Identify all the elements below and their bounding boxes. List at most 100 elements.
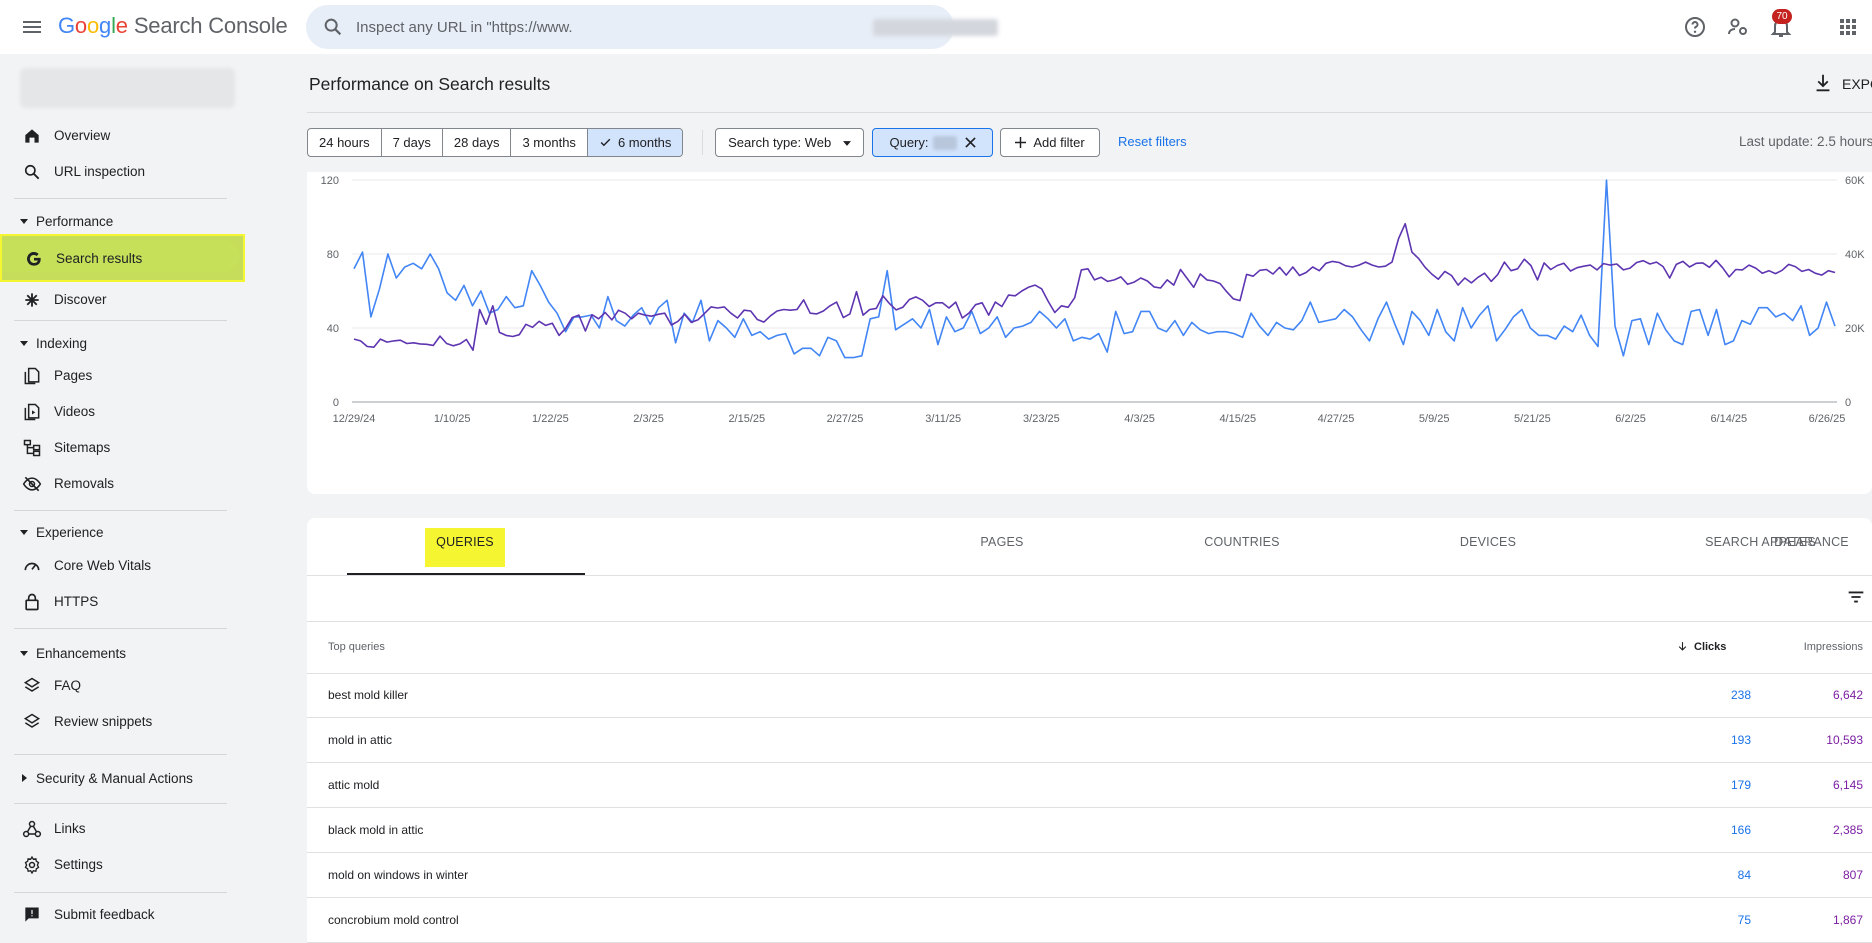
sidebar-item-links[interactable]: Links xyxy=(0,811,245,847)
google-g-icon xyxy=(27,251,41,266)
table-row[interactable]: attic mold 179 6,145 xyxy=(307,764,1872,808)
close-icon[interactable] xyxy=(964,137,976,148)
sidebar-item-pages[interactable]: Pages xyxy=(0,358,245,394)
y-right-tick-label: 0 xyxy=(1845,397,1851,409)
x-tick-label: 3/23/25 xyxy=(1023,413,1060,425)
add-filter-button[interactable]: Add filter xyxy=(1000,128,1100,157)
logo-letter: e xyxy=(115,13,128,38)
table-row[interactable]: mold in attic 193 10,593 xyxy=(307,719,1872,763)
layers-icon xyxy=(23,713,41,728)
sidebar-item-search-results[interactable]: Search results xyxy=(0,234,245,282)
divider xyxy=(14,320,227,321)
sidebar-item-label: Pages xyxy=(54,368,93,383)
clicks-cell: 75 xyxy=(1737,913,1751,927)
query-filter-chip[interactable]: Query: xyxy=(872,128,993,157)
redacted-query xyxy=(932,136,957,150)
section-performance[interactable]: Performance xyxy=(0,207,245,237)
section-security-manual-actions[interactable]: Security & Manual Actions xyxy=(0,764,245,794)
range-7-days[interactable]: 7 days xyxy=(382,129,443,156)
hamburger-menu-icon[interactable] xyxy=(20,15,44,39)
x-tick-label: 2/15/25 xyxy=(728,413,765,425)
sidebar-item-https[interactable]: HTTPS xyxy=(0,584,245,620)
lock-icon xyxy=(25,593,39,611)
column-header-impressions[interactable]: Impressions xyxy=(1787,641,1863,653)
column-header-top-queries[interactable]: Top queries xyxy=(328,641,385,653)
links-icon xyxy=(22,820,42,838)
sidebar-item-faq[interactable]: FAQ xyxy=(0,668,245,704)
logo-letter: G xyxy=(58,13,75,38)
x-tick-label: 6/26/25 xyxy=(1809,413,1846,425)
reset-filters-link[interactable]: Reset filters xyxy=(1118,134,1187,149)
sidebar-item-removals[interactable]: Removals xyxy=(0,466,245,502)
page-title: Performance on Search results xyxy=(309,74,551,94)
section-label: Indexing xyxy=(36,336,88,351)
range-24-hours[interactable]: 24 hours xyxy=(308,129,382,156)
manage-users-icon[interactable] xyxy=(1726,15,1750,39)
help-icon[interactable] xyxy=(1683,15,1707,39)
section-label: Security & Manual Actions xyxy=(36,771,193,786)
sidebar-item-submit-feedback[interactable]: Submit feedback xyxy=(0,897,245,933)
range-3-months[interactable]: 3 months xyxy=(511,129,588,156)
sidebar-item-settings[interactable]: Settings xyxy=(0,847,245,883)
sidebar-item-label: FAQ xyxy=(54,678,82,693)
section-label: Enhancements xyxy=(36,646,127,661)
apps-grid-icon[interactable] xyxy=(1836,15,1860,39)
table-row[interactable]: black mold in attic 166 2,385 xyxy=(307,809,1872,853)
sidebar-item-discover[interactable]: Discover xyxy=(0,282,245,318)
section-enhancements[interactable]: Enhancements xyxy=(0,639,245,669)
clicks-cell: 166 xyxy=(1730,823,1751,837)
y-right-tick-label: 40K xyxy=(1845,249,1865,261)
section-experience[interactable]: Experience xyxy=(0,518,245,548)
range-6-months[interactable]: 6 months xyxy=(587,129,683,156)
impressions-cell: 10,593 xyxy=(1826,733,1863,747)
search-type-filter-chip[interactable]: Search type: Web xyxy=(715,128,864,157)
caret-down-icon xyxy=(842,141,851,146)
sidebar-item-sitemaps[interactable]: Sitemaps xyxy=(0,430,245,466)
asterisk-icon xyxy=(25,293,39,307)
divider xyxy=(14,510,227,511)
query-cell: best mold killer xyxy=(328,688,409,702)
google-search-console-logo[interactable]: Google Search Console xyxy=(58,13,288,39)
performance-line-chart[interactable]: 0 40 80 120 0 20K 40K 60K 12/29/24 1/10/25 1/22/25… xyxy=(307,172,1872,494)
column-header-label: Clicks xyxy=(1694,641,1727,653)
home-icon xyxy=(25,129,39,143)
x-tick-label: 6/14/25 xyxy=(1710,413,1747,425)
sidebar-item-label: Review snippets xyxy=(54,714,153,729)
section-label: Experience xyxy=(36,525,104,540)
x-tick-label: 2/27/25 xyxy=(827,413,864,425)
section-indexing[interactable]: Indexing xyxy=(0,329,245,359)
table-row[interactable]: concrobium mold control 75 1,867 xyxy=(307,899,1872,943)
url-inspection-search-input[interactable]: Inspect any URL in "https://www. xyxy=(306,5,998,49)
sidebar-item-videos[interactable]: Videos xyxy=(0,394,245,430)
sitemap-icon xyxy=(23,439,41,457)
property-selector[interactable] xyxy=(20,68,235,108)
divider xyxy=(14,198,227,199)
sidebar-item-url-inspection[interactable]: URL inspection xyxy=(0,154,245,190)
chip-label: Add filter xyxy=(1033,135,1085,150)
sort-descending-arrow-icon xyxy=(1678,642,1687,651)
impressions-cell: 1,867 xyxy=(1832,913,1863,927)
y-right-tick-label: 20K xyxy=(1845,323,1865,335)
sidebar-item-core-web-vitals[interactable]: Core Web Vitals xyxy=(0,548,245,584)
sidebar-item-label: HTTPS xyxy=(54,594,99,609)
range-28-days[interactable]: 28 days xyxy=(443,129,512,156)
impressions-cell: 6,145 xyxy=(1832,778,1863,792)
divider xyxy=(14,754,227,755)
x-tick-label: 6/2/25 xyxy=(1615,413,1646,425)
sidebar-item-label: Overview xyxy=(54,128,111,143)
table-row[interactable]: best mold killer 238 6,642 xyxy=(307,674,1872,718)
x-tick-label: 1/10/25 xyxy=(434,413,471,425)
sidebar-item-review-snippets[interactable]: Review snippets xyxy=(0,704,245,740)
impressions-cell: 6,642 xyxy=(1832,688,1863,702)
column-header-clicks[interactable]: Clicks xyxy=(1673,638,1753,656)
sidebar-item-overview[interactable]: Overview xyxy=(0,118,245,154)
table-row[interactable]: mold on windows in winter 84 807 xyxy=(307,854,1872,898)
section-label: Performance xyxy=(36,214,114,229)
filter-rows-icon[interactable] xyxy=(1845,586,1867,608)
clicks-cell: 179 xyxy=(1730,778,1751,792)
clicks-series-line xyxy=(353,179,1836,359)
logo-letter: o xyxy=(74,13,87,38)
sidebar-item-label: Search results xyxy=(56,251,143,266)
x-tick-label: 4/27/25 xyxy=(1318,413,1355,425)
divider xyxy=(307,575,1872,576)
